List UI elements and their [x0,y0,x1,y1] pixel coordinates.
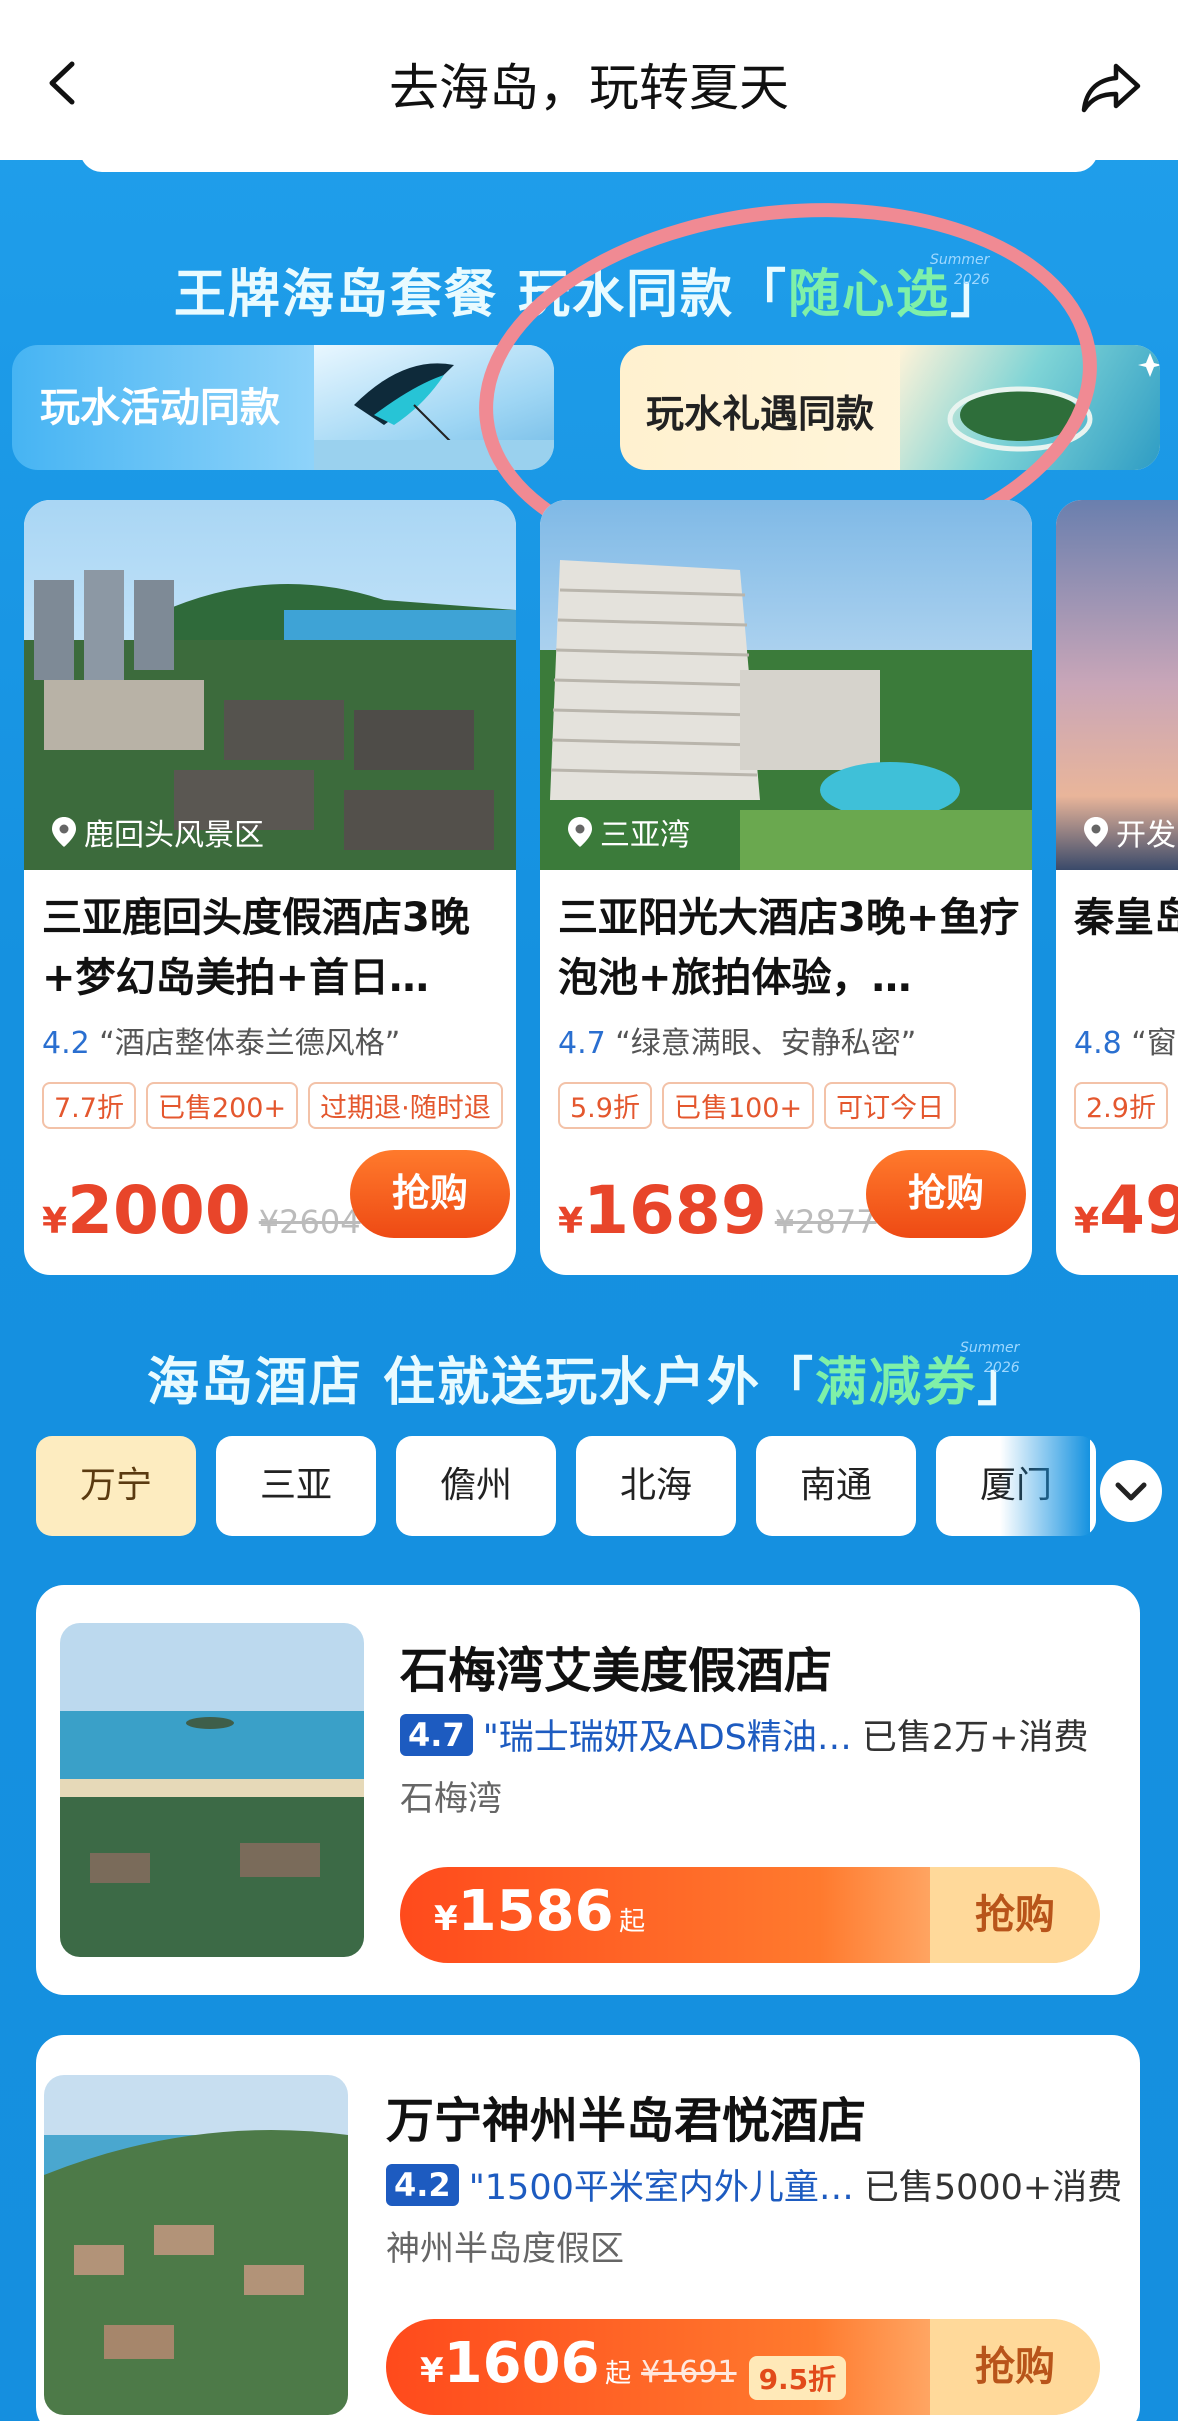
tab-label: 玩水活动同款 [40,385,280,431]
price-from-label: 起 [619,1907,646,1937]
product-location: 三亚湾 [568,810,690,854]
currency-symbol: ¥ [1074,1201,1100,1242]
section-title-highlight: 满减券 [815,1353,978,1413]
city-chip-beihai[interactable]: 北海 [576,1436,736,1536]
chevron-down-icon [1115,1482,1147,1501]
tag-discount: 7.7折 [42,1082,136,1129]
product-price: ¥2000 ¥2604 [42,1172,361,1249]
tag-book-today: 可订今日 [824,1082,957,1129]
original-price: ¥2877 [774,1203,877,1241]
city-chip-sanya[interactable]: 三亚 [216,1436,376,1536]
location-pin-icon [1084,817,1108,847]
product-price: ¥1689 ¥2877 [558,1172,877,1249]
share-icon[interactable] [1080,60,1142,116]
section-deco-year: 2026 [984,1360,1020,1376]
location-text: 鹿回头风景区 [84,818,264,853]
hotel-price: ¥1586 起 [434,1879,645,1944]
price-bar[interactable]: ¥1606 起 ¥1691 9.5折 抢购 [386,2319,1100,2415]
product-title: 三亚鹿回头度假酒店3晚+梦幻岛美拍+首日… [42,895,470,1001]
buy-button[interactable]: 抢购 [866,1150,1026,1238]
currency-symbol: ¥ [42,1201,68,1242]
product-location: 开发 [1084,810,1176,854]
location-pin-icon [52,817,76,847]
city-filter-bar: 万宁 三亚 儋州 北海 南通 厦门 [36,1436,1096,1536]
product-location: 鹿回头风景区 [52,810,264,854]
banner-card-edge [80,150,1098,172]
currency-symbol: ¥ [558,1201,584,1242]
hotel-name: 万宁神州半岛君悦酒店 [386,2093,867,2149]
location-text: 三亚湾 [600,818,690,853]
product-card[interactable]: 三亚湾 三亚阳光大酒店3晚+鱼疗泡池+旅拍体验，… 4.7 “绿意满眼、安静私密… [540,500,1032,1275]
price-bar[interactable]: ¥1586 起 抢购 [400,1867,1100,1963]
tag-refund: 过期退·随时退 [308,1082,503,1129]
hotel-card[interactable]: 石梅湾艾美度假酒店 4.7 "瑞士瑞妍及ADS精油… 已售2万+消费 石梅湾 ¥… [36,1585,1140,1995]
hotel-price: ¥1606 起 ¥1691 9.5折 [420,2331,847,2400]
hotel-image-coast [44,2075,348,2415]
city-chip-danzhou[interactable]: 儋州 [396,1436,556,1536]
price-value: 1586 [457,1879,614,1944]
original-price: ¥1691 [641,2355,737,2390]
review-quote: "1500平米室内外儿童… [468,2168,854,2208]
hotel-area: 石梅湾 [400,1779,502,1819]
price-value: 1606 [443,2331,600,2396]
hotel-area: 神州半岛度假区 [386,2229,624,2269]
chips-fade-overlay [1000,1436,1090,1536]
product-price: ¥49 [1074,1172,1178,1249]
product-card[interactable]: 鹿回头风景区 三亚鹿回头度假酒店3晚+梦幻岛美拍+首日… 4.2 “酒店整体泰兰… [24,500,516,1275]
rating-badge: 4.2 [386,2163,459,2206]
discount-badge: 9.5折 [748,2355,847,2400]
price-value: 2000 [67,1172,251,1249]
hotel-review-row: 4.7 "瑞士瑞妍及ADS精油… 已售2万+消费 [400,1709,1089,1760]
rating-quote: “酒店整体泰兰德风格” [99,1026,401,1061]
sold-count: 已售5000+消费 [863,2168,1123,2208]
rating-quote: “绿意满眼、安静私密” [615,1026,917,1061]
location-text: 开发 [1116,818,1176,853]
city-chip-nantong[interactable]: 南通 [756,1436,916,1536]
section-title-text: 海岛酒店 住就送玩水户外 [146,1353,762,1413]
rating-value: 4.2 [42,1026,90,1061]
expand-cities-button[interactable] [1100,1460,1162,1522]
buy-button[interactable]: 抢购 [930,1867,1100,1963]
section-deco-summer: Summer [960,1340,1020,1356]
original-price: ¥2604 [258,1203,361,1241]
section-title-island-hotels: 海岛酒店 住就送玩水户外「满减券」 Summer 2026 [146,1340,1032,1413]
tab-water-activities[interactable]: 玩水活动同款 [12,345,554,470]
page: 去海岛，玩转夏天 王牌海岛套餐 玩水同款「随心选」 Summer 2026 玩水… [0,0,1178,2421]
product-tags: 2.9折 [1074,1082,1168,1129]
page-title: 去海岛，玩转夏天 [389,59,789,117]
buy-button[interactable]: 抢购 [350,1150,510,1238]
product-title: 三亚阳光大酒店3晚+鱼疗泡池+旅拍体验，… [558,895,1020,1001]
rating-quote: “窗 [1131,1026,1177,1061]
tag-discount: 2.9折 [1074,1082,1168,1129]
price-value: 49 [1099,1172,1178,1249]
city-chip-wanning[interactable]: 万宁 [36,1436,196,1536]
location-pin-icon [568,817,592,847]
top-nav-bar: 去海岛，玩转夏天 [0,0,1178,160]
hotel-card[interactable]: 万宁神州半岛君悦酒店 4.2 "1500平米室内外儿童… 已售5000+消费 神… [36,2035,1140,2421]
product-rating: 4.7 “绿意满眼、安静私密” [558,1018,916,1062]
review-quote: "瑞士瑞妍及ADS精油… [482,1718,852,1758]
product-rating: 4.2 “酒店整体泰兰德风格” [42,1018,400,1062]
product-card[interactable]: 开发 秦皇岛店（金 4.8 “窗 2.9折 ¥49 [1056,500,1178,1275]
buy-button[interactable]: 抢购 [930,2319,1100,2415]
hotel-image-beach [60,1623,364,1957]
currency-symbol: ¥ [420,2351,444,2391]
price-value: 1689 [583,1172,767,1249]
rating-value: 4.7 [558,1026,606,1061]
rating-value: 4.8 [1074,1026,1122,1061]
tag-sold: 已售100+ [661,1082,815,1129]
product-tags: 5.9折 已售100+ 可订今日 [558,1082,957,1129]
product-rating: 4.8 “窗 [1074,1018,1177,1062]
product-tags: 7.7折 已售200+ 过期退·随时退 [42,1082,503,1129]
rating-badge: 4.7 [400,1713,473,1756]
currency-symbol: ¥ [434,1899,458,1939]
tag-discount: 5.9折 [558,1082,652,1129]
hotel-name: 石梅湾艾美度假酒店 [400,1643,833,1699]
tag-sold: 已售200+ [145,1082,299,1129]
sold-count: 已售2万+消费 [861,1718,1089,1758]
price-from-label: 起 [605,2359,632,2389]
product-title: 秦皇岛店（金 [1074,895,1178,941]
hotel-review-row: 4.2 "1500平米室内外儿童… 已售5000+消费 [386,2159,1122,2210]
